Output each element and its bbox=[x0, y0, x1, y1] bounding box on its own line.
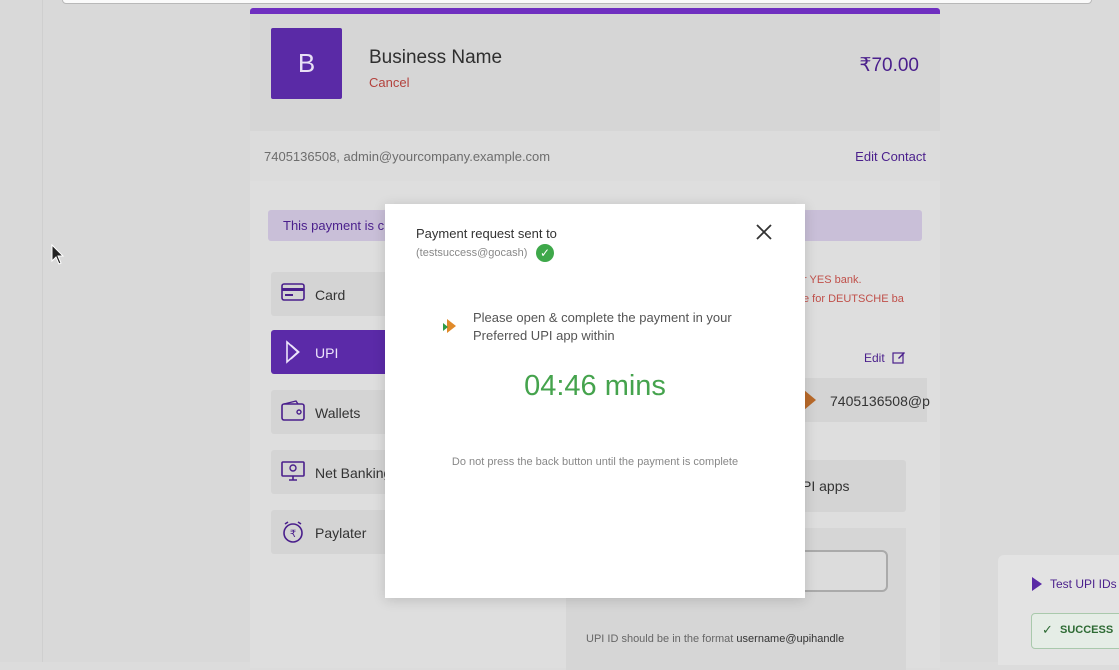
method-label: Net Banking bbox=[315, 465, 392, 481]
upi-logo-icon bbox=[443, 319, 456, 333]
paylater-icon: ₹ bbox=[281, 520, 305, 544]
test-upi-title: Test UPI IDs bbox=[1050, 577, 1117, 591]
edit-icon bbox=[892, 352, 906, 364]
method-label: Card bbox=[315, 287, 346, 303]
contact-row: 7405136508, admin@yourcompany.example.co… bbox=[250, 131, 940, 181]
background-left bbox=[0, 0, 250, 662]
upi-icon bbox=[281, 340, 305, 364]
edit-label: Edit bbox=[864, 351, 885, 365]
edit-contact-link[interactable]: Edit Contact bbox=[855, 149, 926, 164]
contact-details: 7405136508, admin@yourcompany.example.co… bbox=[264, 149, 551, 164]
upi-format-hint: UPI ID should be in the format username@… bbox=[586, 633, 844, 645]
countdown-timer: 04:46 mins bbox=[524, 370, 666, 402]
upi-logo-icon bbox=[804, 390, 816, 410]
close-icon bbox=[756, 224, 772, 240]
test-upi-panel: Test UPI IDs ✓ SUCCESS bbox=[998, 555, 1119, 665]
browser-bar bbox=[62, 0, 1092, 4]
business-name: Business Name bbox=[369, 47, 503, 68]
success-chip[interactable]: ✓ SUCCESS bbox=[1031, 613, 1119, 649]
modal-message: Please open & complete the payment in yo… bbox=[473, 310, 732, 343]
saved-upi-text: 7405136508@p bbox=[830, 393, 930, 409]
saved-upi-id[interactable]: 7405136508@p bbox=[790, 378, 930, 422]
business-logo: B bbox=[271, 28, 342, 99]
success-label: SUCCESS bbox=[1060, 624, 1114, 636]
format-hint-text: UPI ID should be in the format bbox=[586, 633, 734, 645]
modal-vpa: (testsuccess@gocash) bbox=[416, 247, 528, 259]
modal-title: Payment request sent to bbox=[416, 226, 557, 241]
upi-apps-label: PI apps bbox=[802, 478, 850, 494]
payment-amount: ₹70.00 bbox=[859, 55, 919, 76]
bank-icon bbox=[281, 460, 305, 484]
modal-note: Do not press the back button until the p… bbox=[451, 456, 739, 468]
wallet-icon bbox=[281, 400, 305, 424]
bank-note: r YES bank. bbox=[803, 274, 862, 286]
method-label: Paylater bbox=[315, 525, 367, 541]
svg-text:₹: ₹ bbox=[290, 529, 296, 540]
upi-icon bbox=[1032, 577, 1042, 591]
method-label: Wallets bbox=[315, 405, 361, 421]
cancel-link[interactable]: Cancel bbox=[369, 75, 409, 90]
verified-check-icon: ✓ bbox=[536, 244, 554, 262]
notice-text: This payment is c bbox=[283, 218, 385, 233]
payment-request-modal: Payment request sent to (testsuccess@goc… bbox=[385, 204, 805, 598]
format-example: username@upihandle bbox=[736, 633, 845, 645]
card-icon bbox=[281, 282, 305, 306]
check-icon: ✓ bbox=[1042, 622, 1053, 637]
close-button[interactable] bbox=[753, 221, 775, 243]
method-label: UPI bbox=[315, 345, 339, 361]
checkout-header: B Business Name Cancel ₹70.00 bbox=[250, 14, 940, 131]
upi-edit-link[interactable]: Edit bbox=[864, 350, 906, 365]
bank-note: e for DEUTSCHE ba bbox=[803, 293, 904, 305]
